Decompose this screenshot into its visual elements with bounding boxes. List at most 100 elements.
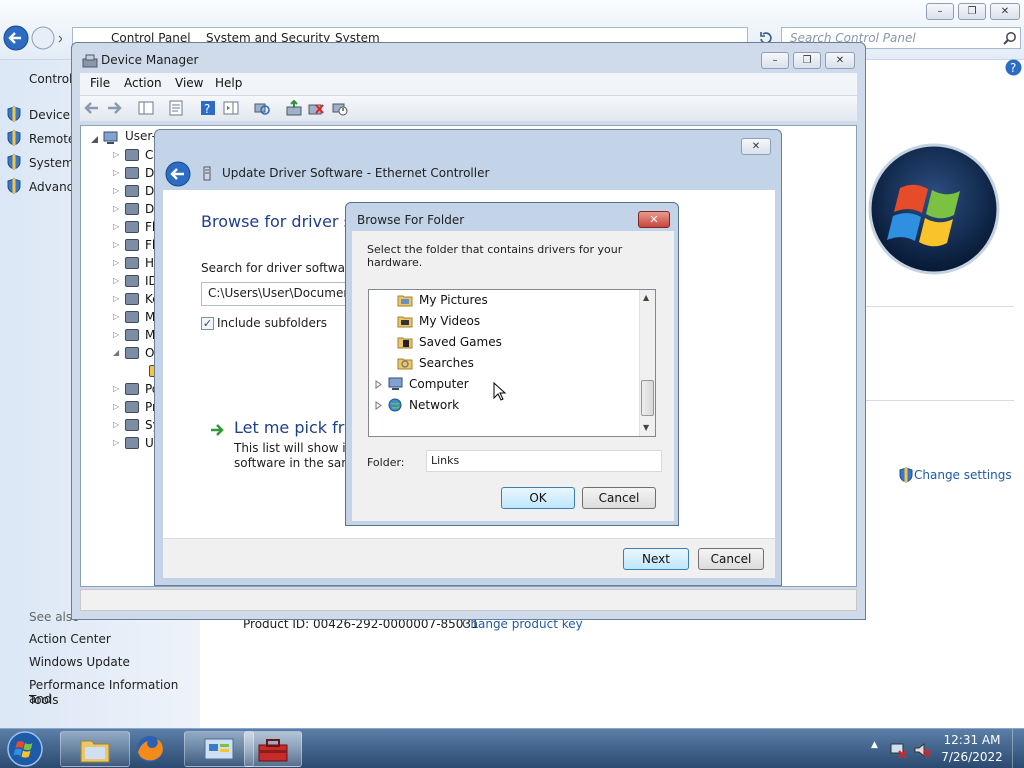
sidebar-link-advanced[interactable]: Advanc — [29, 180, 73, 194]
scan-hardware-icon[interactable] — [254, 100, 270, 116]
show-desktop-button[interactable] — [1012, 729, 1024, 768]
show-hide-tree-icon[interactable] — [138, 100, 154, 116]
disk-icon — [125, 167, 139, 179]
floppy-icon — [125, 221, 139, 233]
folder-tree[interactable]: My Pictures My Videos Saved Games Search… — [368, 289, 656, 437]
see-also-performance-tools[interactable]: Tools — [29, 693, 59, 707]
expand-arrow-icon[interactable]: ▷ — [113, 416, 119, 434]
expand-arrow-icon[interactable]: ▷ — [113, 308, 119, 326]
expand-arrow-icon[interactable]: ▷ — [113, 398, 119, 416]
sidebar-title[interactable]: Control — [29, 72, 72, 86]
status-bar — [80, 589, 857, 611]
properties-icon[interactable] — [168, 100, 184, 116]
expand-arrow-icon[interactable]: ▷ — [113, 290, 119, 308]
show-hidden-icons[interactable]: ▲ — [871, 740, 878, 750]
browse-close-button[interactable]: ✕ — [638, 211, 670, 228]
clock-date[interactable]: 7/26/2022 — [940, 750, 1004, 764]
sidebar-link-remote[interactable]: Remote — [29, 132, 75, 146]
expand-arrow-icon[interactable]: ▷ — [113, 182, 119, 200]
folder-item-my-pictures[interactable]: My Pictures — [397, 290, 627, 310]
menu-file[interactable]: File — [90, 76, 110, 90]
browse-dialog-body: Select the folder that contains drivers … — [352, 231, 674, 521]
wizard-close-button[interactable]: ✕ — [741, 138, 771, 155]
action-pane-icon[interactable] — [223, 100, 239, 116]
firefox-icon[interactable] — [133, 732, 167, 766]
next-button[interactable]: Next — [623, 548, 689, 570]
back-icon[interactable] — [165, 161, 191, 187]
taskbar-device-manager-button[interactable] — [244, 731, 302, 767]
expand-arrow-icon[interactable]: ▷ — [113, 434, 119, 452]
expand-arrow-icon[interactable]: ▷ — [113, 164, 119, 182]
folder-name-field[interactable]: Links — [426, 450, 662, 472]
svg-text:?: ? — [204, 102, 210, 116]
saved-games-folder-icon — [397, 337, 413, 349]
folder-item-my-videos[interactable]: My Videos — [397, 311, 627, 331]
taskbar-explorer-button[interactable] — [60, 731, 130, 767]
other-devices-icon — [125, 347, 139, 359]
cp-maximize-button[interactable]: ❐ — [958, 3, 986, 20]
see-also-action-center[interactable]: Action Center — [29, 632, 111, 646]
change-settings-link[interactable]: Change settings — [914, 468, 1012, 482]
wizard-footer: Next Cancel — [163, 538, 775, 578]
back-forward-icon[interactable] — [2, 25, 62, 53]
include-subfolders-label[interactable]: Include subfolders — [217, 316, 327, 330]
menu-view[interactable]: View — [175, 76, 203, 90]
browse-cancel-button[interactable]: Cancel — [582, 487, 656, 509]
folder-item-saved-games[interactable]: Saved Games — [397, 332, 627, 352]
expand-arrow-icon[interactable]: ▷ — [113, 326, 119, 344]
ok-button[interactable]: OK — [501, 487, 575, 509]
dm-maximize-button[interactable]: ❐ — [793, 52, 821, 69]
clock-time[interactable]: 12:31 AM — [940, 733, 1004, 747]
driver-path-field[interactable]: C:\Users\User\Documents — [201, 282, 361, 306]
dm-close-button[interactable]: ✕ — [825, 52, 855, 69]
expand-arrow-icon[interactable]: ▷ — [113, 272, 119, 290]
usb-icon — [125, 437, 139, 449]
windows-logo-icon — [868, 143, 1000, 275]
wizard-cancel-button[interactable]: Cancel — [698, 548, 764, 570]
expand-arrow-icon[interactable]: ▷ — [113, 236, 119, 254]
update-driver-icon[interactable] — [286, 100, 302, 116]
scrollbar-thumb[interactable] — [641, 380, 654, 416]
collapse-arrow-icon[interactable]: ◢ — [113, 344, 119, 362]
expand-arrow-icon[interactable]: ▷ — [113, 218, 119, 236]
folder-item-label: My Pictures — [419, 293, 488, 307]
svg-text:?: ? — [1010, 61, 1016, 75]
expand-arrow-icon[interactable] — [375, 401, 383, 410]
disable-device-icon[interactable] — [332, 100, 348, 116]
help-icon[interactable]: ? — [1005, 59, 1022, 76]
include-subfolders-checkbox[interactable]: ✓ — [201, 317, 214, 330]
folder-label: Folder: — [367, 456, 405, 469]
cp-close-button[interactable]: ✕ — [990, 3, 1020, 20]
scroll-down-icon[interactable]: ▼ — [643, 423, 649, 432]
sidebar-link-system[interactable]: System — [29, 156, 74, 170]
folder-item-searches[interactable]: Searches — [397, 353, 627, 373]
expand-arrow-icon[interactable]: ▷ — [113, 200, 119, 218]
expand-arrow-icon[interactable]: ▷ — [113, 380, 119, 398]
menu-help[interactable]: Help — [215, 76, 242, 90]
cp-minimize-button[interactable]: – — [926, 3, 954, 20]
expand-arrow-icon[interactable]: ▷ — [113, 146, 119, 164]
mouse-cursor-icon — [493, 382, 507, 401]
search-icon[interactable] — [1003, 31, 1017, 45]
forward-arrow-icon[interactable] — [106, 100, 122, 116]
start-button-icon[interactable] — [5, 730, 45, 768]
expand-arrow-icon[interactable] — [375, 380, 383, 389]
back-arrow-icon[interactable] — [84, 100, 100, 116]
system-icon — [125, 419, 139, 431]
ide-icon — [125, 275, 139, 287]
menu-action[interactable]: Action — [124, 76, 162, 90]
network-status-icon[interactable] — [889, 741, 907, 759]
device-manager-title: Device Manager — [101, 53, 199, 67]
see-also-windows-update[interactable]: Windows Update — [29, 655, 130, 669]
folder-icon — [80, 740, 110, 763]
folder-tree-scrollbar[interactable]: ▲ ▼ — [639, 290, 655, 436]
help-topic-icon[interactable]: ? — [200, 100, 216, 116]
uninstall-icon[interactable] — [308, 100, 324, 116]
scroll-up-icon[interactable]: ▲ — [643, 293, 649, 302]
ports-icon — [125, 383, 139, 395]
collapse-arrow-icon[interactable] — [89, 134, 101, 146]
expand-arrow-icon[interactable]: ▷ — [113, 254, 119, 272]
dm-minimize-button[interactable]: – — [761, 52, 789, 69]
volume-muted-icon[interactable] — [913, 741, 931, 759]
searches-folder-icon — [397, 358, 413, 370]
